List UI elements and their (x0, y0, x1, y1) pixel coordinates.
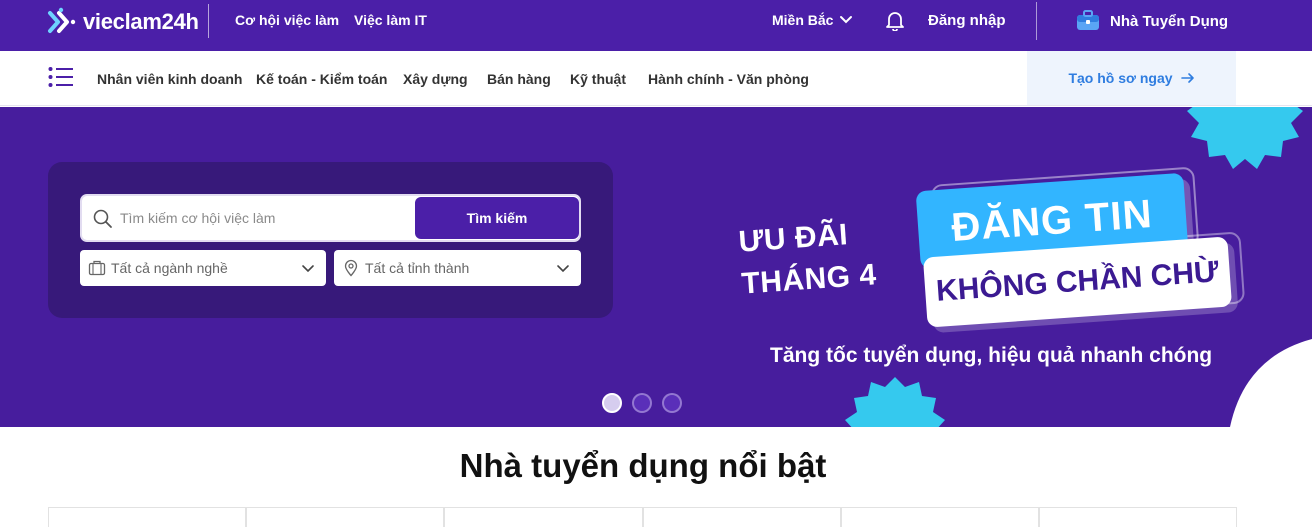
employer-card[interactable] (840, 507, 1039, 527)
menu-icon[interactable] (48, 66, 74, 88)
location-select-label: Tất cả tỉnh thành (365, 260, 470, 276)
employer-card[interactable] (246, 507, 445, 527)
logo-text: vieclam24h (83, 9, 199, 34)
location-pin-icon (344, 259, 358, 277)
carousel-dot-2[interactable] (632, 393, 652, 413)
employer-link[interactable]: Nhà Tuyển Dụng (1076, 10, 1228, 32)
employer-card[interactable] (1038, 507, 1238, 527)
bell-icon[interactable] (884, 9, 906, 31)
search-input[interactable] (120, 196, 410, 240)
briefcase-icon (88, 260, 106, 276)
briefcase-icon (1077, 10, 1099, 30)
category-retail[interactable]: Bán hàng (487, 71, 551, 87)
industry-select-label: Tất cả ngành nghề (111, 260, 228, 276)
promo-highlight-2-text: KHÔNG CHẦN CHỪ (935, 255, 1220, 308)
category-technical[interactable]: Kỹ thuật (570, 71, 626, 87)
employer-card[interactable] (444, 507, 643, 527)
hero-banner[interactable]: Tìm kiếm Tất cả ngành nghề Tất cả tỉnh t… (0, 107, 1312, 427)
promo-heading: ƯU ĐÃI THÁNG 4 (737, 212, 878, 305)
divider (208, 4, 209, 38)
search-panel: Tìm kiếm Tất cả ngành nghề Tất cả tỉnh t… (48, 162, 613, 318)
employer-logo-row (48, 507, 1238, 527)
site-logo[interactable]: vieclam24h (47, 5, 199, 39)
employer-card[interactable] (642, 507, 841, 527)
region-selector[interactable]: Miền Bắc (772, 12, 853, 28)
chevron-down-icon (840, 16, 853, 24)
category-sales[interactable]: Nhân viên kinh doanh (97, 71, 242, 87)
chevron-down-icon (302, 265, 314, 273)
industry-select[interactable]: Tất cả ngành nghề (80, 250, 326, 286)
category-construction[interactable]: Xây dựng (403, 71, 468, 87)
featured-employers-title: Nhà tuyển dụng nổi bật (459, 447, 827, 484)
category-admin[interactable]: Hành chính - Văn phòng (648, 71, 809, 87)
search-bar: Tìm kiếm (80, 194, 581, 242)
arrow-right-icon (1180, 73, 1194, 83)
category-bar: Nhân viên kinh doanh Kế toán - Kiểm toán… (0, 51, 1312, 106)
carousel-dot-1[interactable] (602, 393, 622, 413)
login-link[interactable]: Đăng nhập (928, 12, 1006, 29)
create-cv-button[interactable]: Tạo hồ sơ ngay (1027, 51, 1236, 105)
create-cv-label: Tạo hồ sơ ngay (1068, 70, 1173, 86)
location-select[interactable]: Tất cả tỉnh thành (334, 250, 581, 286)
search-icon (93, 209, 112, 228)
carousel-dot-3[interactable] (662, 393, 682, 413)
top-header: vieclam24h Cơ hội việc làm Việc làm IT M… (0, 0, 1312, 51)
nav-it-jobs[interactable]: Việc làm IT (354, 12, 427, 28)
promo-highlight-1-text: ĐĂNG TIN (950, 191, 1154, 250)
employer-label: Nhà Tuyển Dụng (1110, 12, 1229, 30)
employer-card[interactable] (48, 507, 247, 527)
category-accounting[interactable]: Kế toán - Kiểm toán (256, 71, 387, 87)
divider (1036, 2, 1037, 40)
logo-mark-icon (48, 7, 76, 33)
region-label: Miền Bắc (772, 12, 834, 28)
nav-jobs[interactable]: Cơ hội việc làm (235, 12, 339, 28)
carousel-dots (602, 393, 682, 413)
promo-tagline: Tăng tốc tuyển dụng, hiệu quả nhanh chón… (770, 344, 1213, 367)
search-button[interactable]: Tìm kiếm (415, 197, 579, 239)
chevron-down-icon (557, 265, 569, 273)
